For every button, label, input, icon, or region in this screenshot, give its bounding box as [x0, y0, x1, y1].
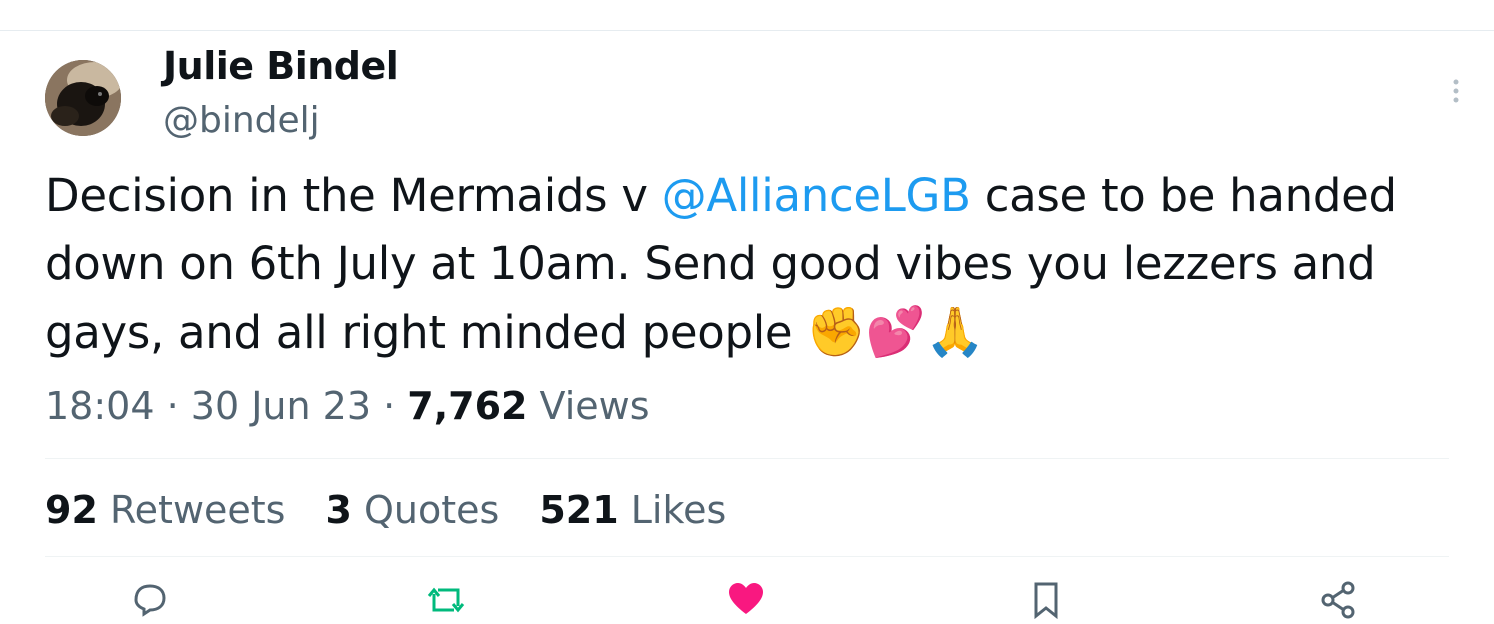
engagement-stats: 92 Retweets 3 Quotes 521 Likes: [45, 488, 766, 532]
quotes-label: Quotes: [351, 488, 500, 532]
share-icon: [1321, 581, 1355, 619]
likes-count: 521: [539, 488, 619, 532]
quotes-count: 3: [325, 488, 352, 532]
reply-icon: [134, 584, 166, 617]
tweet-meta: 18:04 · 30 Jun 23 · 7,762 Views: [45, 384, 650, 428]
tweet-time[interactable]: 18:04: [45, 384, 155, 428]
reply-button[interactable]: [130, 580, 170, 620]
retweets-label: Retweets: [97, 488, 286, 532]
tweet-date[interactable]: 30 Jun 23: [191, 384, 371, 428]
tweet-text: Decision in the Mermaids v @AllianceLGB …: [45, 162, 1465, 367]
bookmark-button[interactable]: [1026, 580, 1066, 620]
retweets-stat[interactable]: 92 Retweets: [45, 488, 285, 532]
author-name[interactable]: Julie Bindel: [163, 44, 399, 88]
like-icon: [729, 583, 763, 614]
action-bar: [0, 580, 1494, 620]
avatar[interactable]: [45, 60, 121, 136]
tweet-card: Julie Bindel @bindelj Decision in the Me…: [0, 0, 1494, 620]
likes-label: Likes: [618, 488, 727, 532]
author-handle[interactable]: @bindelj: [163, 100, 320, 141]
retweet-button[interactable]: [426, 580, 466, 620]
retweet-icon: [427, 587, 465, 613]
stats-divider-bottom: [45, 556, 1449, 557]
stats-divider-top: [45, 458, 1449, 459]
more-options-button[interactable]: [1446, 78, 1466, 106]
tweet-emojis: ✊💕🙏: [806, 304, 985, 360]
likes-stat[interactable]: 521 Likes: [539, 488, 726, 532]
meta-separator-1: ·: [154, 384, 191, 428]
retweets-count: 92: [45, 488, 98, 532]
more-dots-icon: [1453, 79, 1459, 103]
quotes-stat[interactable]: 3 Quotes: [325, 488, 499, 532]
share-button[interactable]: [1318, 580, 1358, 620]
mention-link[interactable]: @AllianceLGB: [662, 169, 971, 222]
avatar-dog-image: [45, 60, 121, 136]
meta-separator-2: ·: [371, 384, 408, 428]
bookmark-icon: [1034, 582, 1058, 620]
views-label: Views: [527, 384, 650, 428]
views-count: 7,762: [407, 384, 528, 428]
like-button[interactable]: [726, 580, 766, 620]
tweet-text-before: Decision in the Mermaids v: [45, 169, 662, 222]
